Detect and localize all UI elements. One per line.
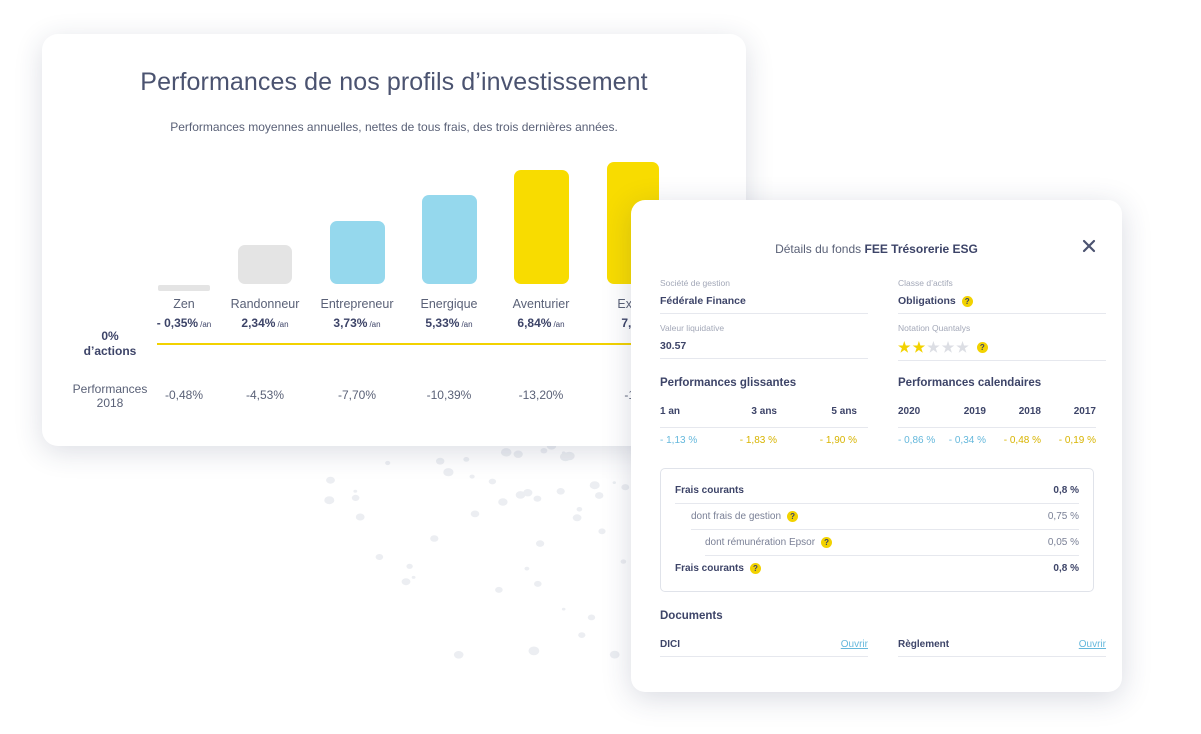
close-icon[interactable] (1081, 238, 1097, 254)
glissantes-value: - 1,90 % (819, 435, 857, 446)
fee-row: Frais courants 0,8 % (675, 484, 1079, 496)
glissantes-header: 3 ans (751, 406, 777, 417)
help-icon[interactable]: ? (749, 562, 761, 574)
fees-box: Frais courants 0,8 % dont frais de gestion… (660, 468, 1094, 592)
fee-row: dont rémunération Epsor? 0,05 % (705, 536, 1079, 548)
fund-details-header: Détails du fonds FEE Trésorerie ESG (631, 242, 1122, 256)
societe-value: Fédérale Finance (660, 295, 746, 307)
document-name: DICI (660, 639, 680, 650)
actions-label-text: d’actions (83, 344, 137, 358)
calendaires-title: Performances calendaires (898, 377, 1042, 389)
open-document-link[interactable]: Ouvrir (841, 639, 868, 650)
star-icon: ★ (941, 339, 955, 355)
actions-label: 0% d’actions (70, 329, 150, 359)
profile-bar-randonneur (238, 245, 292, 284)
valeur-label: Valeur liquidative (660, 323, 725, 333)
documents-title: Documents (660, 610, 723, 622)
fund-name: FEE Trésorerie ESG (864, 242, 978, 256)
document-row: Règlement Ouvrir (898, 639, 1106, 650)
glissantes-value: - 1,83 % (739, 435, 777, 446)
classe-label: Classe d’actifs (898, 278, 953, 288)
profile-bar-energique (421, 195, 477, 284)
fee-row: dont frais de gestion? 0,75 % (691, 510, 1079, 522)
societe-field: Société de gestion Fédérale Finance (660, 278, 868, 314)
glissantes-value: - 1,13 % (660, 435, 698, 446)
notation-stars: ★ ★ ★ ★ ★ (898, 340, 971, 354)
notation-label: Notation Quantalys (898, 323, 971, 333)
calendaires-header: 2018 (1018, 406, 1041, 417)
document-row: DICI Ouvrir (660, 639, 868, 650)
actions-label-percent: 0% (101, 329, 119, 343)
notation-field: Notation Quantalys ★ ★ ★ ★ ★? (898, 323, 1106, 361)
star-icon: ★ (927, 339, 940, 355)
calendaires-header: 2019 (963, 406, 986, 417)
star-icon: ★ (956, 339, 969, 355)
fund-details-card: Détails du fonds FEE Trésorerie ESG Soci… (631, 200, 1122, 692)
glissantes-title: Performances glissantes (660, 377, 797, 389)
glissantes-header: 1 an (660, 406, 681, 417)
calendaires-value: - 0,19 % (1058, 435, 1096, 446)
valeur-field: Valeur liquidative 30.57 (660, 323, 868, 359)
help-icon[interactable]: ? (961, 295, 973, 307)
profile-bar-entrepreneur (329, 221, 385, 284)
help-icon[interactable]: ? (787, 510, 799, 522)
calendaires-value: - 0,86 % (898, 435, 936, 446)
star-icon: ★ (898, 339, 911, 355)
calendaires-header: 2020 (898, 406, 921, 417)
classe-value: Obligations (898, 295, 956, 307)
calendaires-value: - 0,34 % (948, 435, 986, 446)
profile-bar-aventurier (513, 170, 569, 284)
classe-field: Classe d’actifs Obligations? (898, 278, 1106, 314)
glissantes-header: 5 ans (831, 406, 857, 417)
star-icon: ★ (912, 339, 926, 355)
fund-details-prefix: Détails du fonds (775, 242, 862, 256)
calendaires-header: 2017 (1073, 406, 1096, 417)
document-name: Règlement (898, 639, 950, 650)
societe-label: Société de gestion (660, 278, 730, 288)
valeur-value: 30.57 (660, 340, 687, 352)
open-document-link[interactable]: Ouvrir (1079, 639, 1106, 650)
help-icon[interactable]: ? (821, 536, 833, 548)
fee-row: Frais courants? 0,8 % (675, 562, 1079, 574)
calendaires-value: - 0,48 % (1003, 435, 1041, 446)
help-icon[interactable]: ? (976, 341, 988, 353)
profile-bar-zen (158, 285, 210, 291)
